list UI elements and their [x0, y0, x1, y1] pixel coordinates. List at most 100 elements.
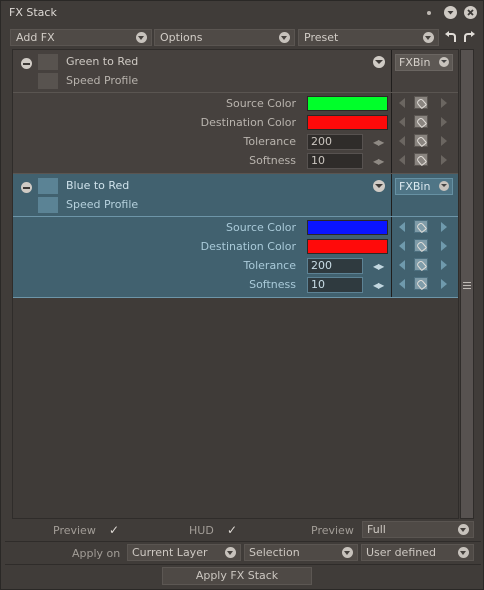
stack-scrollbar[interactable] [460, 49, 474, 519]
softness-field[interactable]: 10 [307, 277, 363, 293]
preview-checkbox[interactable]: ✓ [109, 523, 119, 537]
apply-on-label: Apply on [72, 547, 121, 560]
chevron-down-icon [458, 524, 469, 535]
next-keyframe-icon[interactable] [441, 98, 447, 108]
apply-on-value: Current Layer [132, 546, 208, 559]
fx-menu-chevron-icon[interactable] [373, 56, 385, 68]
prev-keyframe-icon[interactable] [399, 279, 405, 289]
scrollbar-grip-line [463, 288, 471, 289]
fxbin-label: FXBin [399, 180, 431, 193]
divider [5, 564, 481, 565]
column-divider [391, 217, 392, 297]
tolerance-field[interactable]: 200 [307, 258, 363, 274]
fx-stack-list: Green to Red Speed Profile FXBin Source … [12, 49, 459, 519]
source-color-swatch[interactable] [307, 220, 388, 235]
selection-dropdown[interactable]: Selection [244, 544, 358, 561]
close-icon[interactable] [464, 6, 477, 19]
next-keyframe-icon[interactable] [441, 136, 447, 146]
redo-icon[interactable] [462, 30, 476, 47]
scrollbar-grip-line [463, 285, 471, 286]
chevron-down-icon [136, 32, 147, 43]
speed-profile-toggle[interactable] [38, 73, 58, 89]
preview-mode-value: Full [367, 523, 386, 536]
prev-keyframe-icon[interactable] [399, 260, 405, 270]
chevron-down-icon [439, 57, 449, 67]
next-keyframe-icon[interactable] [441, 241, 447, 251]
divider [13, 297, 458, 298]
collapse-fx-icon[interactable] [21, 58, 32, 69]
chevron-down-icon [279, 32, 290, 43]
fxbin-dropdown[interactable]: FXBin [395, 54, 453, 71]
tolerance-field[interactable]: 200 [307, 134, 363, 150]
keyframe-icon[interactable] [414, 277, 428, 290]
chevron-down-icon [458, 547, 469, 558]
selection-value: Selection [249, 546, 300, 559]
preview-label: Preview [53, 524, 96, 537]
prev-keyframe-icon[interactable] [399, 98, 405, 108]
prev-keyframe-icon[interactable] [399, 117, 405, 127]
source-color-swatch[interactable] [307, 96, 388, 111]
panel-title: FX Stack [9, 6, 57, 19]
preview-mode-dropdown[interactable]: Full [362, 521, 474, 538]
collapse-panel-icon[interactable] [444, 6, 457, 19]
preset-label: Preset [304, 31, 339, 44]
preset-dropdown[interactable]: Preset [298, 29, 439, 46]
hud-checkbox[interactable]: ✓ [227, 523, 237, 537]
prev-keyframe-icon[interactable] [399, 241, 405, 251]
collapse-fx-icon[interactable] [21, 182, 32, 193]
tolerance-stepper[interactable]: ◀▶ [373, 262, 384, 271]
keyframe-icon[interactable] [414, 115, 428, 128]
prev-keyframe-icon[interactable] [399, 155, 405, 165]
softness-label: Softness [249, 278, 296, 291]
destination-color-swatch[interactable] [307, 115, 388, 130]
keyframe-icon[interactable] [414, 153, 428, 166]
scrollbar-grip-line [463, 282, 471, 283]
softness-stepper[interactable]: ◀▶ [373, 281, 384, 290]
fxbin-dropdown[interactable]: FXBin [395, 178, 453, 195]
next-keyframe-icon[interactable] [441, 155, 447, 165]
tolerance-stepper[interactable]: ◀▶ [373, 138, 384, 147]
apply-fx-stack-button[interactable]: Apply FX Stack [162, 567, 312, 585]
next-keyframe-icon[interactable] [441, 260, 447, 270]
speed-profile-label: Speed Profile [66, 198, 139, 211]
apply-on-dropdown[interactable]: Current Layer [127, 544, 241, 561]
range-value: User defined [366, 546, 436, 559]
column-divider [391, 174, 392, 216]
fx-menu-chevron-icon[interactable] [373, 180, 385, 192]
keyframe-icon[interactable] [414, 96, 428, 109]
destination-color-label: Destination Color [200, 240, 296, 253]
fx-params: Source Color Destination Color Tolerance… [13, 93, 458, 173]
divider [5, 541, 481, 542]
chevron-down-icon [342, 547, 353, 558]
next-keyframe-icon[interactable] [441, 279, 447, 289]
fx-item-header[interactable]: Blue to Red Speed Profile FXBin [13, 174, 458, 216]
tolerance-label: Tolerance [243, 259, 296, 272]
softness-field[interactable]: 10 [307, 153, 363, 169]
chevron-down-icon [423, 32, 434, 43]
next-keyframe-icon[interactable] [441, 117, 447, 127]
keyframe-icon[interactable] [414, 258, 428, 271]
prev-keyframe-icon[interactable] [399, 222, 405, 232]
source-color-label: Source Color [226, 97, 296, 110]
next-keyframe-icon[interactable] [441, 222, 447, 232]
speed-profile-toggle[interactable] [38, 197, 58, 213]
source-color-label: Source Color [226, 221, 296, 234]
undo-icon[interactable] [444, 30, 458, 47]
prev-keyframe-icon[interactable] [399, 136, 405, 146]
fxbin-label: FXBin [399, 56, 431, 69]
keyframe-icon[interactable] [414, 220, 428, 233]
keyframe-icon[interactable] [414, 239, 428, 252]
range-dropdown[interactable]: User defined [361, 544, 474, 561]
fx-enable-toggle[interactable] [38, 54, 58, 70]
options-dropdown[interactable]: Options [154, 29, 295, 46]
fx-enable-toggle[interactable] [38, 178, 58, 194]
options-label: Options [160, 31, 203, 44]
softness-label: Softness [249, 154, 296, 167]
add-fx-dropdown[interactable]: Add FX [10, 29, 152, 46]
panel-menu-dot-icon[interactable] [427, 11, 431, 15]
keyframe-icon[interactable] [414, 134, 428, 147]
softness-stepper[interactable]: ◀▶ [373, 157, 384, 166]
fx-item-header[interactable]: Green to Red Speed Profile FXBin [13, 50, 458, 92]
chevron-down-icon [439, 181, 449, 191]
destination-color-swatch[interactable] [307, 239, 388, 254]
